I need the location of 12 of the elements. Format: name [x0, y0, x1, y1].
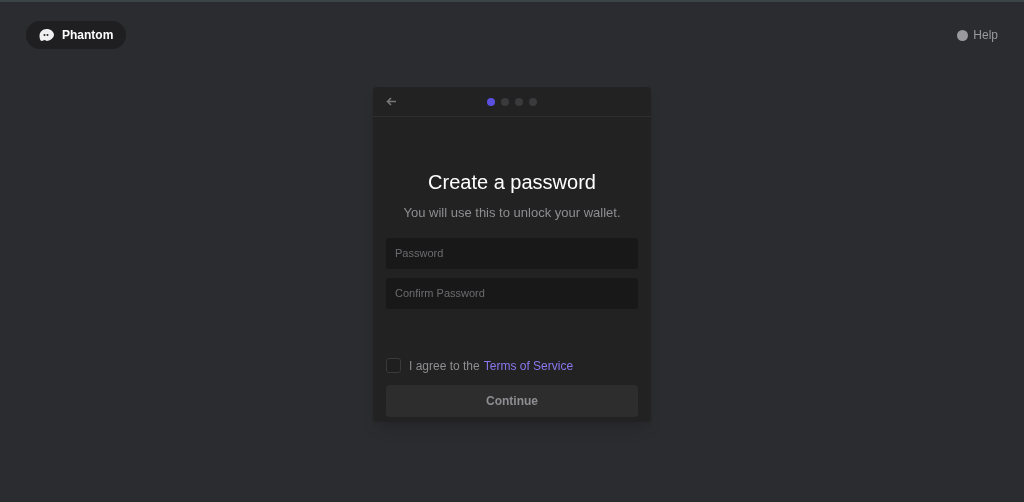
checkbox[interactable]	[386, 358, 401, 373]
brand-badge[interactable]: Phantom	[26, 21, 127, 49]
back-arrow-icon[interactable]	[386, 97, 397, 106]
password-field[interactable]: Password	[386, 237, 638, 269]
help-link[interactable]: Help	[957, 26, 998, 44]
ghost-icon	[39, 28, 54, 42]
password-field[interactable]: Confirm Password	[386, 277, 638, 309]
agree-label: I agree to the	[409, 357, 480, 375]
brand-name: Phantom	[62, 27, 114, 44]
terms-link[interactable]: Terms of Service	[483, 356, 574, 375]
subtitle: You will use this to unlock your wallet.	[403, 204, 621, 222]
title: Create a password	[428, 170, 596, 195]
